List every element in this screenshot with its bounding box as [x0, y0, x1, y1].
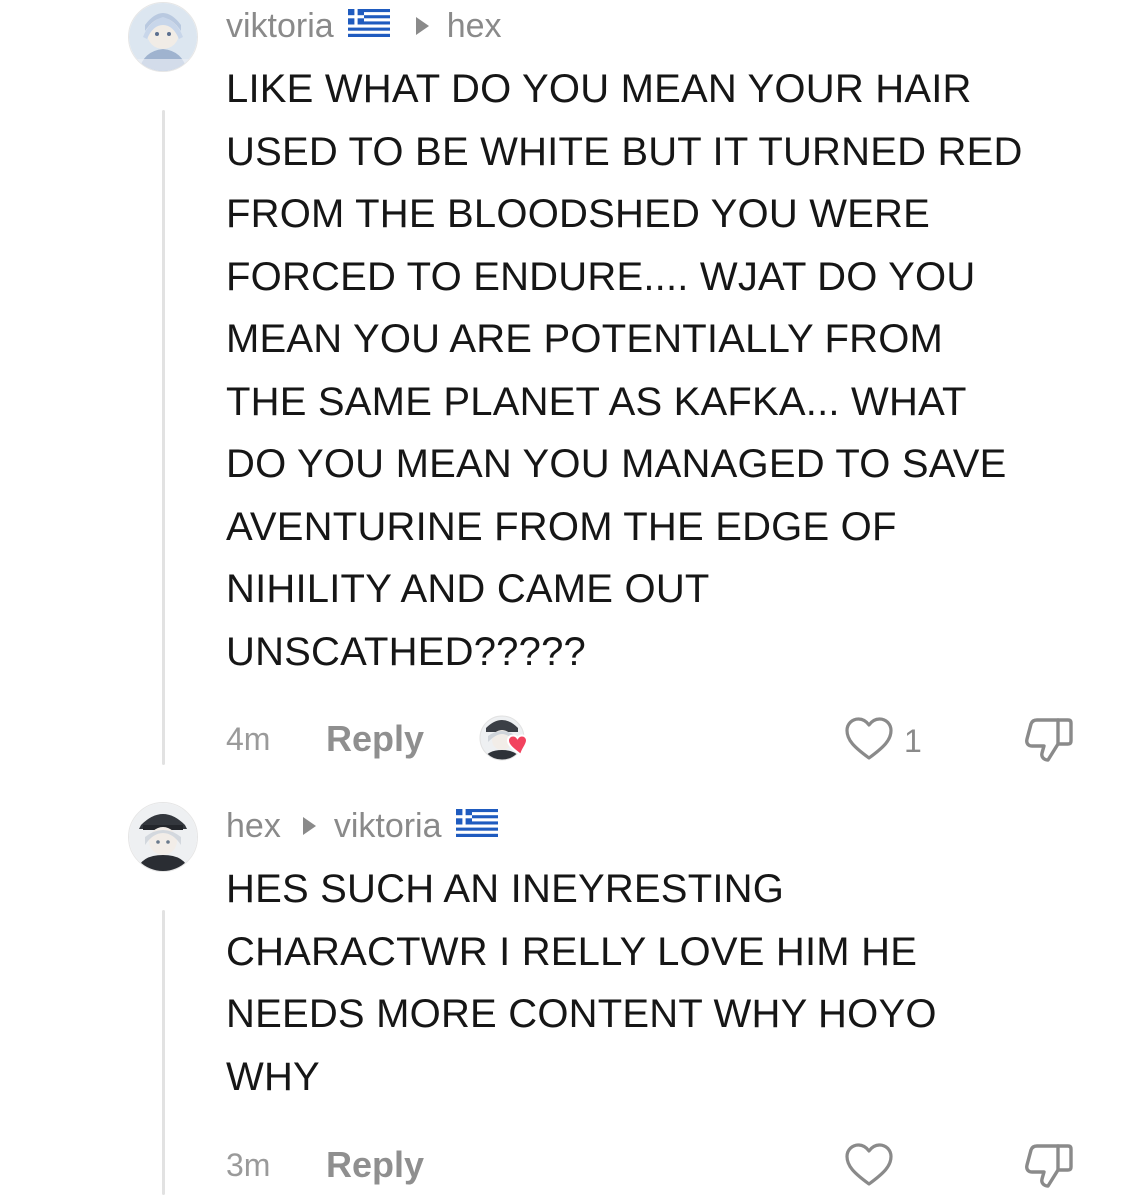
greece-flag-icon [347, 7, 390, 46]
reply-to-name[interactable]: viktoria [334, 807, 442, 846]
comment-line: DO YOU MEAN YOU MANAGED TO SAVE [226, 442, 1007, 486]
reply-arrow-icon [415, 17, 429, 35]
reply-button[interactable]: Reply [326, 718, 424, 760]
avatar-image-icon [129, 3, 197, 71]
comment-line: LIKE WHAT DO YOU MEAN YOUR HAIR [226, 67, 972, 111]
timestamp: 4m [226, 720, 271, 757]
comment-line: WHY [226, 1054, 320, 1099]
comment-header: viktoria hex [226, 4, 502, 48]
comment-line: MEAN YOU ARE POTENTIALLY FROM [226, 317, 944, 361]
thread-line-1 [162, 110, 165, 765]
comment-line: NEEDS MORE CONTENT WHY HOYO [226, 992, 937, 1036]
dislike-button[interactable] [1022, 714, 1076, 771]
reply-arrow-icon [302, 817, 316, 835]
comment-actions: 3m Reply [226, 1140, 424, 1190]
author-name[interactable]: hex [226, 807, 281, 846]
reply-to-name[interactable]: hex [447, 7, 502, 46]
author-name[interactable]: viktoria [226, 7, 334, 46]
greece-flag-icon [455, 807, 498, 846]
comment-line: USED TO BE WHITE BUT IT TURNED RED [226, 129, 1023, 174]
like-button[interactable] [844, 1142, 894, 1193]
comment-text: HES SUCH AN INEYRESTING CHARACTWR I RELL… [226, 858, 1106, 1108]
comment-line: NIHILITY AND CAME OUT [226, 567, 710, 611]
like-count: 1 [904, 723, 922, 759]
comment-line: UNSCATHED????? [226, 629, 586, 674]
heart-outline-icon [844, 1142, 894, 1193]
comment-line: CHARACTWR I RELLY LOVE HIM HE [226, 929, 918, 974]
comment-line: FORCED TO ENDURE.... WJAT DO YOU [226, 254, 976, 299]
heart-outline-icon [844, 716, 894, 767]
comment-line: HES SUCH AN INEYRESTING [226, 867, 785, 911]
dislike-button[interactable] [1022, 1140, 1076, 1197]
like-button[interactable]: 1 [844, 716, 922, 767]
dislike-icon [1025, 718, 1073, 762]
comment-text: LIKE WHAT DO YOU MEAN YOUR HAIR USED TO … [226, 58, 1106, 683]
comment-line: FROM THE BLOODSHED YOU WERE [226, 192, 931, 236]
avatar[interactable] [128, 2, 198, 72]
avatar[interactable] [128, 802, 198, 872]
comment-line: THE SAME PLANET AS KAFKA... WHAT [226, 379, 967, 424]
avatar-image-icon [129, 803, 197, 871]
creator-liked-avatar-icon [478, 714, 530, 766]
comment-line: AVENTURINE FROM THE EDGE OF [226, 504, 897, 549]
comment-header: hex viktoria [226, 804, 498, 848]
dislike-icon [1025, 1144, 1073, 1188]
thread-line-2 [162, 910, 165, 1195]
timestamp: 3m [226, 1146, 271, 1183]
comment-actions: 4m Reply [226, 714, 424, 764]
reply-button[interactable]: Reply [326, 1144, 424, 1186]
